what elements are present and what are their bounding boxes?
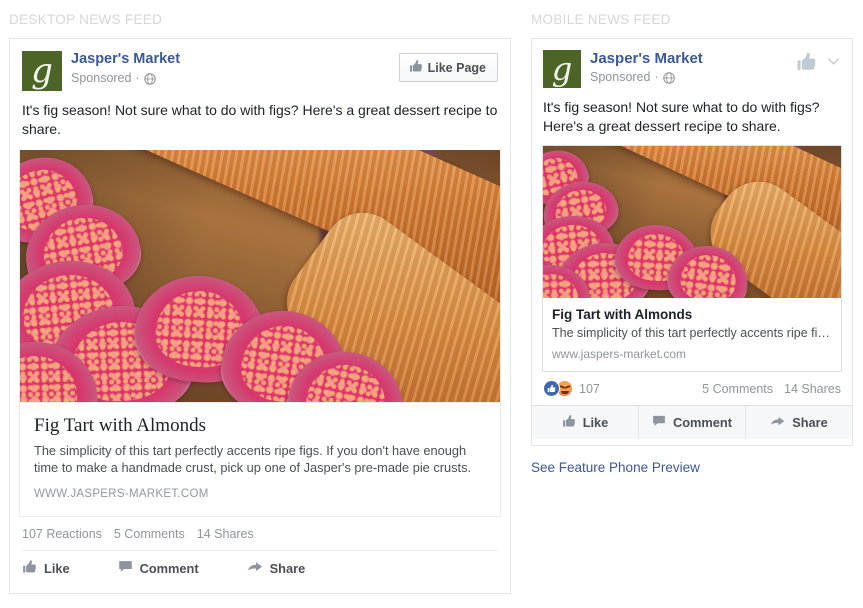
link-url: www.jaspers-market.com xyxy=(552,347,687,361)
comment-button[interactable]: Comment xyxy=(639,406,746,439)
reaction-icons[interactable] xyxy=(543,380,573,397)
fig-tart-photo[interactable] xyxy=(543,146,841,298)
mobile-header-actions xyxy=(796,51,841,77)
desktop-header-names: Jasper's Market Sponsored · xyxy=(71,51,399,86)
page-name-link[interactable]: Jasper's Market xyxy=(590,50,796,67)
share-label: Share xyxy=(792,415,828,430)
like-button[interactable]: Like xyxy=(22,559,70,577)
thumbs-up-icon[interactable] xyxy=(796,51,817,77)
meta-separator: · xyxy=(654,70,659,84)
comment-icon xyxy=(118,559,133,577)
avatar[interactable]: g xyxy=(543,50,581,88)
share-button[interactable]: Share xyxy=(746,406,852,439)
reactions-count[interactable]: 107 Reactions xyxy=(22,527,102,541)
comment-label: Comment xyxy=(672,415,732,430)
avatar-letter: g xyxy=(551,50,573,88)
desktop-feed-header: DESKTOP NEWS FEED xyxy=(9,12,163,27)
globe-icon xyxy=(662,72,675,84)
angry-brow-right xyxy=(564,385,570,389)
mobile-feed-header: MOBILE NEWS FEED xyxy=(531,12,671,27)
mobile-action-bar: Like Comment Share xyxy=(532,405,852,439)
like-label: Like xyxy=(582,415,609,430)
comments-count[interactable]: 5 Comments xyxy=(114,527,185,541)
angry-mouth xyxy=(560,390,569,394)
mobile-link-attachment[interactable]: Fig Tart with Almonds The simplicity of … xyxy=(542,145,842,372)
like-button[interactable]: Like xyxy=(532,406,639,439)
share-button[interactable]: Share xyxy=(247,559,306,577)
sponsored-label: Sponsored xyxy=(71,71,132,85)
link-title[interactable]: Fig Tart with Almonds xyxy=(34,414,486,438)
desktop-news-feed-preview-card: g Jasper's Market Sponsored · Like Page … xyxy=(9,38,511,594)
mobile-post-meta: Sponsored · xyxy=(590,69,796,85)
link-url: WWW.JASPERS-MARKET.COM xyxy=(34,488,209,500)
globe-icon xyxy=(143,73,156,85)
share-arrow-icon xyxy=(770,414,785,431)
comment-icon xyxy=(652,414,666,431)
desktop-post-header: g Jasper's Market Sponsored · Like Page xyxy=(10,39,510,91)
comments-count[interactable]: 5 Comments xyxy=(702,382,773,396)
mobile-engagement-stats: 107 5 Comments 14 Shares xyxy=(532,372,852,405)
thumbs-up-icon xyxy=(409,59,423,76)
desktop-post-meta: Sponsored · xyxy=(71,70,399,86)
shares-count[interactable]: 14 Shares xyxy=(197,527,254,541)
page-name-link[interactable]: Jasper's Market xyxy=(71,51,399,68)
desktop-engagement-stats: 107 Reactions 5 Comments 14 Shares xyxy=(10,517,510,550)
meta-separator: · xyxy=(135,71,140,85)
desktop-link-attachment[interactable]: Fig Tart with Almonds The simplicity of … xyxy=(19,150,501,517)
desktop-action-bar: Like Comment Share xyxy=(22,550,498,586)
desktop-link-caption: Fig Tart with Almonds The simplicity of … xyxy=(20,402,500,516)
mobile-news-feed-preview-card: g Jasper's Market Sponsored · It's fig s… xyxy=(531,38,853,446)
like-page-button[interactable]: Like Page xyxy=(398,53,498,82)
thumbs-up-icon xyxy=(22,559,37,577)
like-label: Like xyxy=(44,560,70,576)
shares-count[interactable]: 14 Shares xyxy=(784,382,841,396)
avatar-letter: g xyxy=(31,51,53,91)
mobile-header-names: Jasper's Market Sponsored · xyxy=(590,50,796,85)
comment-button[interactable]: Comment xyxy=(118,559,199,577)
ad-preview-page: DESKTOP NEWS FEED MOBILE NEWS FEED g Jas… xyxy=(0,0,863,608)
fig-tart-photo[interactable] xyxy=(20,150,500,402)
comment-label: Comment xyxy=(139,560,199,576)
share-label: Share xyxy=(269,560,306,576)
link-description: The simplicity of this tart perfectly ac… xyxy=(552,326,830,340)
reaction-count[interactable]: 107 xyxy=(579,382,600,396)
chevron-down-icon[interactable] xyxy=(826,54,841,74)
avatar[interactable]: g xyxy=(22,51,62,91)
mobile-post-message: It's fig season! Not sure what to do wit… xyxy=(543,99,820,134)
desktop-post-message: It's fig season! Not sure what to do wit… xyxy=(22,102,498,137)
mobile-stats-right: 5 Comments 14 Shares xyxy=(702,382,841,396)
link-description: The simplicity of this tart perfectly ac… xyxy=(34,443,472,475)
share-arrow-icon xyxy=(247,559,263,577)
see-feature-phone-preview-link[interactable]: See Feature Phone Preview xyxy=(531,460,700,475)
sponsored-label: Sponsored xyxy=(590,70,651,84)
mobile-link-caption: Fig Tart with Almonds The simplicity of … xyxy=(543,298,841,371)
thumbs-up-icon xyxy=(562,414,576,431)
link-title[interactable]: Fig Tart with Almonds xyxy=(552,306,832,323)
mobile-post-header: g Jasper's Market Sponsored · xyxy=(532,39,852,88)
like-reaction-icon xyxy=(543,380,560,397)
like-page-label: Like Page xyxy=(427,60,486,75)
